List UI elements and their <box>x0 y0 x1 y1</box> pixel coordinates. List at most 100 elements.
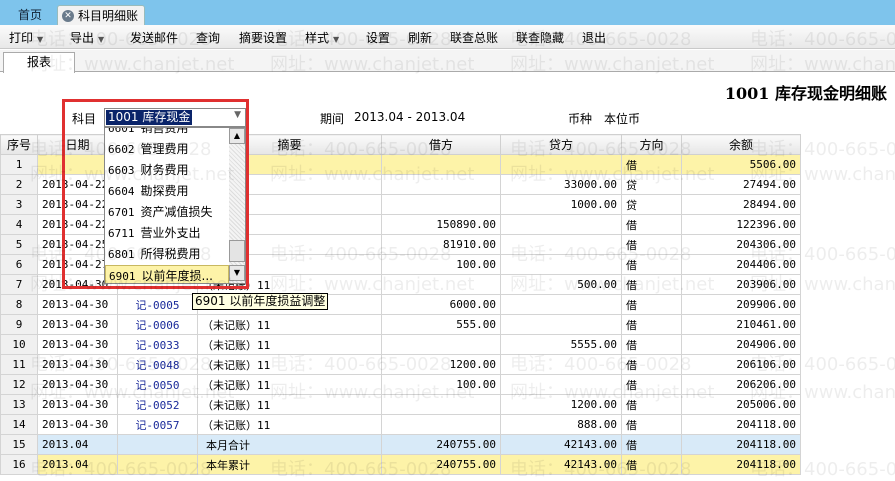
cell-date: 2013-04-30 <box>37 294 118 315</box>
column-header-seq[interactable]: 序号 <box>0 134 38 155</box>
cell-dir: 借 <box>621 374 682 395</box>
close-icon[interactable]: ✕ <box>62 10 74 22</box>
tab-home[interactable]: 首页 <box>12 5 48 25</box>
summary-settings-button[interactable]: 摘要设置 <box>239 29 287 46</box>
cell-balance: 206206.00 <box>681 374 801 395</box>
cell-voucher[interactable]: 记-0048 <box>117 354 198 375</box>
settings-button[interactable]: 设置 <box>366 29 390 46</box>
tab-report[interactable]: 报表 <box>3 52 75 73</box>
column-header-direction[interactable]: 方向 <box>621 134 682 155</box>
cell-debit <box>381 394 501 415</box>
cell-voucher[interactable]: 记-0006 <box>117 314 198 335</box>
cell-seq: 12 <box>0 374 38 395</box>
cell-debit: 240755.00 <box>381 434 501 455</box>
table-row[interactable]: 11 2013-04-30 记-0048 （未记账）11 1200.00 借 206106.… <box>0 354 801 375</box>
cell-balance: 203906.00 <box>681 274 801 295</box>
cell-balance: 204406.00 <box>681 254 801 275</box>
cell-date: 2013-04-30 <box>37 334 118 355</box>
print-button[interactable]: 打印 ▼ <box>9 29 43 46</box>
cell-voucher[interactable]: 记-0052 <box>117 394 198 415</box>
cell-credit: 42143.00 <box>500 454 622 475</box>
column-header-debit[interactable]: 借方 <box>381 134 501 155</box>
cell-seq: 16 <box>0 454 38 475</box>
cell-balance: 206106.00 <box>681 354 801 375</box>
tab-bar: 首页 ✕ 科目明细账 <box>0 0 895 25</box>
table-row[interactable]: 12 2013-04-30 记-0050 （未记账）11 100.00 借 206206.0… <box>0 374 801 395</box>
table-row[interactable]: 13 2013-04-30 记-0052 （未记账）11 1200.00 借 205006.… <box>0 394 801 415</box>
table-row[interactable]: 9 2013-04-30 记-0006 （未记账）11 555.00 借 210461.00 <box>0 314 801 335</box>
period-label: 期间 <box>320 112 345 126</box>
exit-button[interactable]: 退出 <box>582 29 606 46</box>
table-row[interactable]: 16 2013.04 本年累计 240755.00 42143.00 借 204118.00 <box>0 454 801 475</box>
tab-subject-detail[interactable]: ✕ 科目明细账 <box>57 5 146 25</box>
send-mail-button[interactable]: 发送邮件 <box>130 29 178 46</box>
cell-seq: 5 <box>0 234 38 255</box>
cell-debit <box>381 154 501 175</box>
style-button[interactable]: 样式 ▼ <box>305 29 339 46</box>
cell-dir: 借 <box>621 314 682 335</box>
cell-date: 2013.04 <box>37 434 118 455</box>
cell-credit <box>500 234 622 255</box>
cell-date: 2013-04-30 <box>37 374 118 395</box>
style-label: 样式 <box>305 31 330 45</box>
annotation-highlight-box <box>62 99 249 289</box>
cell-dir: 贷 <box>621 194 682 215</box>
linked-hide-button[interactable]: 联查隐藏 <box>516 29 564 46</box>
cell-balance: 204118.00 <box>681 414 801 435</box>
refresh-button[interactable]: 刷新 <box>408 29 432 46</box>
table-row[interactable]: 10 2013-04-30 记-0033 （未记账）11 5555.00 借 204906.… <box>0 334 801 355</box>
table-row[interactable]: 8 2013-04-30 记-0005 6000.00 借 209906.00 <box>0 294 801 315</box>
cell-credit <box>500 254 622 275</box>
cell-dir: 借 <box>621 274 682 295</box>
cell-dir: 借 <box>621 394 682 415</box>
cell-dir: 借 <box>621 454 682 475</box>
cell-credit <box>500 354 622 375</box>
cell-seq: 6 <box>0 254 38 275</box>
cell-summary: 本年累计 <box>197 454 382 475</box>
cell-voucher[interactable]: 记-0005 <box>117 294 198 315</box>
cell-date: 2013-04-30 <box>37 394 118 415</box>
cell-dir: 借 <box>621 214 682 235</box>
cell-seq: 2 <box>0 174 38 195</box>
cell-seq: 1 <box>0 154 38 175</box>
cell-debit: 150890.00 <box>381 214 501 235</box>
cell-debit <box>381 274 501 295</box>
cell-credit: 33000.00 <box>500 174 622 195</box>
linked-ledger-button[interactable]: 联查总账 <box>450 29 498 46</box>
cell-debit: 100.00 <box>381 254 501 275</box>
cell-debit <box>381 194 501 215</box>
cell-balance: 27494.00 <box>681 174 801 195</box>
query-button[interactable]: 查询 <box>196 29 220 46</box>
cell-seq: 15 <box>0 434 38 455</box>
cell-credit: 5555.00 <box>500 334 622 355</box>
column-header-credit[interactable]: 贷方 <box>500 134 622 155</box>
table-row[interactable]: 14 2013-04-30 记-0057 （未记账）11 888.00 借 204118.0… <box>0 414 801 435</box>
column-header-balance[interactable]: 余额 <box>681 134 801 155</box>
cell-dir: 借 <box>621 254 682 275</box>
cell-voucher[interactable] <box>117 434 198 455</box>
dropdown-tooltip: 6901 以前年度损益调整 <box>192 293 329 310</box>
cell-dir: 借 <box>621 334 682 355</box>
currency-value: 本位币 <box>604 112 641 126</box>
cell-voucher[interactable] <box>117 454 198 475</box>
print-label: 打印 <box>9 31 34 45</box>
cell-seq: 10 <box>0 334 38 355</box>
table-row[interactable]: 15 2013.04 本月合计 240755.00 42143.00 借 204118.00 <box>0 434 801 455</box>
cell-seq: 3 <box>0 194 38 215</box>
export-button[interactable]: 导出 ▼ <box>70 29 104 46</box>
cell-credit: 500.00 <box>500 274 622 295</box>
cell-voucher[interactable]: 记-0057 <box>117 414 198 435</box>
sub-tab-bar: 报表 <box>0 50 895 73</box>
cell-debit <box>381 334 501 355</box>
cell-summary: （未记账）11 <box>197 334 382 355</box>
cell-debit: 6000.00 <box>381 294 501 315</box>
cell-summary: （未记账）11 <box>197 354 382 375</box>
cell-dir: 贷 <box>621 174 682 195</box>
toolbar: 打印 ▼ 导出 ▼ 发送邮件 查询 摘要设置 样式 ▼ 设置 刷新 联查总账 联查隐藏… <box>0 25 895 49</box>
cell-debit: 100.00 <box>381 374 501 395</box>
cell-summary: （未记账）11 <box>197 394 382 415</box>
chevron-down-icon: ▼ <box>333 35 340 44</box>
cell-voucher[interactable]: 记-0033 <box>117 334 198 355</box>
cell-voucher[interactable]: 记-0050 <box>117 374 198 395</box>
cell-date: 2013-04-30 <box>37 354 118 375</box>
